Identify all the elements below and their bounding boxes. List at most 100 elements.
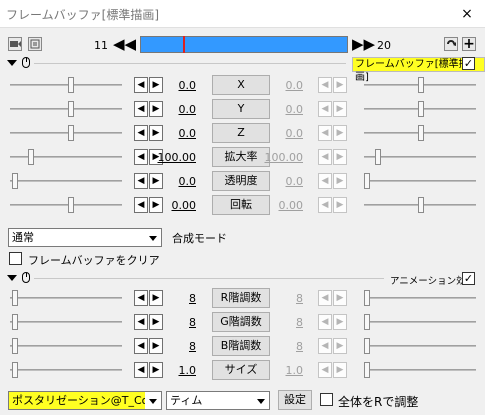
end-value[interactable]: 8 [257,316,303,329]
right-slider-thumb[interactable] [418,197,424,213]
left-slider-thumb[interactable] [12,314,18,330]
prev-frame-button[interactable]: ◀◀ [113,36,136,53]
right-slider-track[interactable] [364,345,476,347]
effect-select[interactable]: ポスタリゼーション@T_Color_ [8,391,162,410]
left-slider-track[interactable] [10,108,122,110]
image-icon[interactable] [28,37,42,51]
right-slider-thumb[interactable] [364,314,370,330]
end-value[interactable]: 8 [257,340,303,353]
chevron-down-icon[interactable] [253,392,269,409]
collapse-icon[interactable] [7,275,17,281]
left-slider-track[interactable] [10,321,122,323]
decrement-button[interactable]: ◀ [318,101,332,117]
left-slider-thumb[interactable] [68,197,74,213]
decrement-button[interactable]: ◀ [134,290,148,306]
end-value[interactable]: 0.0 [257,103,304,116]
add-icon[interactable]: + [462,37,476,51]
end-value[interactable]: 100.00 [257,151,304,164]
decrement-button[interactable]: ◀ [134,101,148,117]
end-value[interactable]: 0.0 [257,79,304,92]
animation-enable-checkbox[interactable]: ✓ [462,272,475,285]
end-value[interactable]: 0.0 [257,175,304,188]
start-value[interactable]: 8 [150,292,196,305]
increment-button[interactable]: ▶ [333,362,347,378]
decrement-button[interactable]: ◀ [134,125,148,141]
blend-mode-select[interactable]: 通常 [8,228,162,247]
left-slider-thumb[interactable] [68,125,74,141]
end-value[interactable]: 1.0 [257,364,304,377]
right-slider-thumb[interactable] [364,362,370,378]
clear-buffer-checkbox[interactable] [9,252,22,265]
close-icon[interactable]: × [457,4,477,24]
right-slider-track[interactable] [364,180,476,182]
group-select[interactable]: ティム [166,391,270,410]
left-slider-track[interactable] [10,84,122,86]
collapse-icon[interactable] [7,60,17,66]
right-slider-thumb[interactable] [375,149,381,165]
start-value[interactable]: 0.00 [150,199,197,212]
decrement-button[interactable]: ◀ [318,338,332,354]
start-value[interactable]: 0.0 [150,103,197,116]
right-slider-track[interactable] [364,297,476,299]
start-value[interactable]: 0.0 [150,79,197,92]
decrement-button[interactable]: ◀ [318,173,332,189]
timeline-cursor[interactable] [183,36,185,53]
start-value[interactable]: 100.00 [150,151,197,164]
left-slider-track[interactable] [10,156,122,158]
decrement-button[interactable]: ◀ [318,362,332,378]
left-slider-thumb[interactable] [12,173,18,189]
end-value[interactable]: 0.00 [257,199,304,212]
left-slider-thumb[interactable] [12,338,18,354]
end-value[interactable]: 0.0 [257,127,304,140]
left-slider-track[interactable] [10,132,122,134]
left-slider-thumb[interactable] [68,77,74,93]
link-icon[interactable] [444,37,458,51]
left-slider-thumb[interactable] [68,101,74,117]
adjust-r-checkbox[interactable] [320,393,333,406]
increment-button[interactable]: ▶ [333,197,347,213]
start-value[interactable]: 8 [150,340,196,353]
camera-icon[interactable] [8,37,22,51]
start-value[interactable]: 8 [150,316,196,329]
decrement-button[interactable]: ◀ [134,362,148,378]
left-slider-thumb[interactable] [28,149,34,165]
increment-button[interactable]: ▶ [333,77,347,93]
decrement-button[interactable]: ◀ [134,173,148,189]
right-slider-thumb[interactable] [364,338,370,354]
filter-enable-checkbox[interactable]: ✓ [462,57,475,70]
left-slider-thumb[interactable] [12,290,18,306]
increment-button[interactable]: ▶ [333,149,347,165]
decrement-button[interactable]: ◀ [318,77,332,93]
left-slider-track[interactable] [10,345,122,347]
decrement-button[interactable]: ◀ [134,149,148,165]
start-value[interactable]: 0.0 [150,175,197,188]
decrement-button[interactable]: ◀ [134,197,148,213]
right-slider-thumb[interactable] [418,77,424,93]
increment-button[interactable]: ▶ [333,125,347,141]
decrement-button[interactable]: ◀ [318,125,332,141]
increment-button[interactable]: ▶ [333,314,347,330]
left-slider-thumb[interactable] [12,362,18,378]
decrement-button[interactable]: ◀ [134,77,148,93]
right-slider-track[interactable] [364,369,476,371]
start-value[interactable]: 1.0 [150,364,197,377]
decrement-button[interactable]: ◀ [318,197,332,213]
left-slider-track[interactable] [10,180,122,182]
decrement-button[interactable]: ◀ [318,149,332,165]
decrement-button[interactable]: ◀ [134,314,148,330]
chevron-down-icon[interactable] [145,229,161,246]
right-slider-thumb[interactable] [364,173,370,189]
increment-button[interactable]: ▶ [333,338,347,354]
right-slider-thumb[interactable] [418,101,424,117]
right-slider-thumb[interactable] [364,290,370,306]
settings-button[interactable]: 設定 [278,390,312,410]
chevron-down-icon[interactable] [145,392,161,409]
increment-button[interactable]: ▶ [333,173,347,189]
end-value[interactable]: 8 [257,292,303,305]
timeline-bar[interactable] [140,36,348,53]
decrement-button[interactable]: ◀ [318,314,332,330]
left-slider-track[interactable] [10,204,122,206]
left-slider-track[interactable] [10,369,122,371]
increment-button[interactable]: ▶ [333,290,347,306]
decrement-button[interactable]: ◀ [318,290,332,306]
